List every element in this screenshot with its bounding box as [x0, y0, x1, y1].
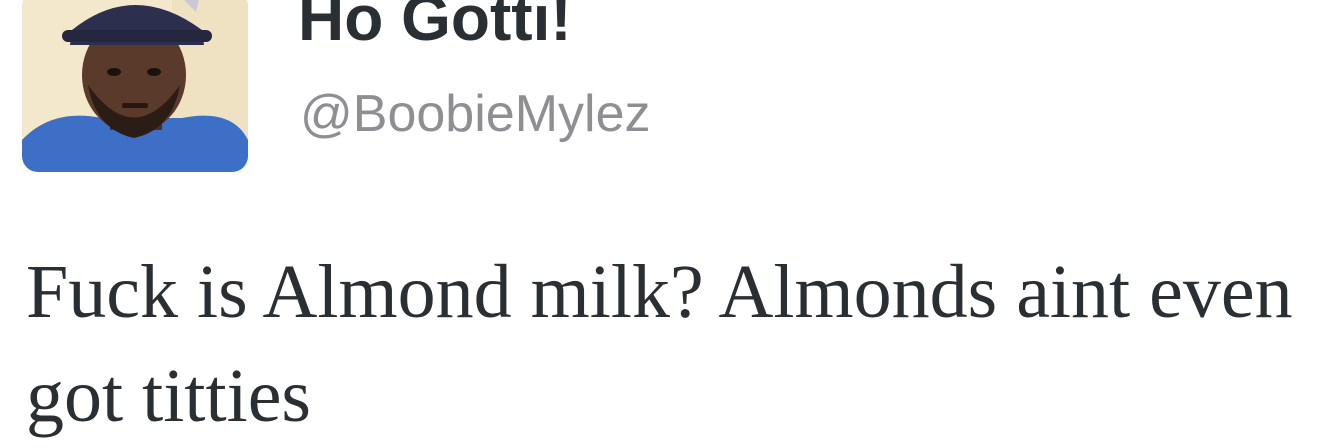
- user-handle[interactable]: @BoobieMylez: [300, 82, 651, 146]
- profile-photo-icon: [22, 0, 248, 172]
- tweet-card: Ho Gotti! @BoobieMylez Fuck is Almond mi…: [0, 0, 1334, 445]
- tweet-text: Fuck is Almond milk? Almonds aint even g…: [26, 250, 1293, 438]
- avatar[interactable]: [22, 0, 248, 172]
- display-name[interactable]: Ho Gotti!: [298, 0, 572, 56]
